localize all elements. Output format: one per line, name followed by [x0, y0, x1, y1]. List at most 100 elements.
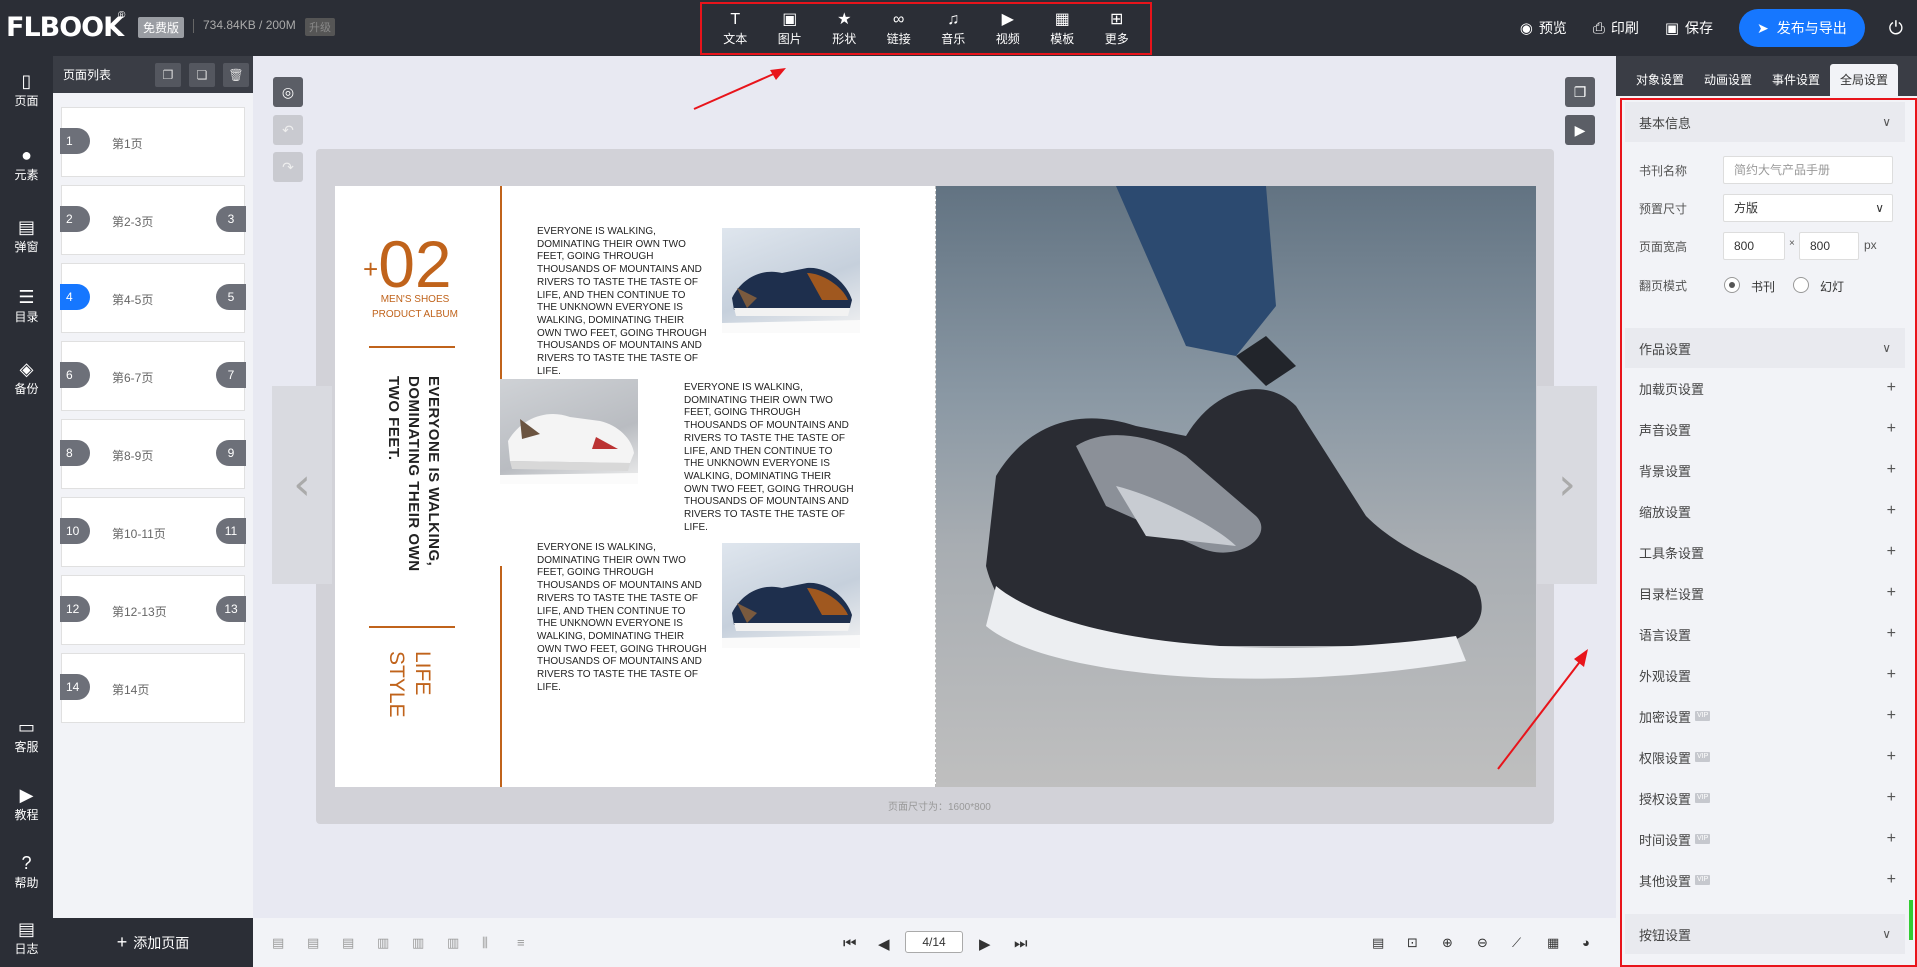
align-bottom-icon[interactable]: ▥ [447, 935, 459, 951]
publish-export-button[interactable]: ➤ 发布与导出 [1739, 9, 1865, 47]
page-thumb-10-11[interactable]: 10 第10-11页 11 [60, 497, 246, 567]
image-icon: ▣ [782, 11, 798, 28]
tool-text[interactable]: T 文本 [709, 10, 761, 47]
nav-help[interactable]: ? 帮助 [0, 852, 53, 891]
align-left-icon[interactable]: ▤ [272, 935, 284, 951]
nav-tutorial[interactable]: ▶ 教程 [0, 784, 53, 823]
power-icon[interactable]: ⏻ [1889, 18, 1903, 39]
distribute-h-icon[interactable]: ⫼ [482, 935, 488, 951]
logo-registered-mark: ® [118, 10, 126, 21]
assist-icon[interactable]: ◎ [273, 77, 303, 107]
zoom-out-icon[interactable]: ⊖ [1477, 935, 1488, 951]
shoe-image-white[interactable] [500, 379, 638, 484]
page-number-right: 7 [216, 362, 246, 388]
print-button[interactable]: ⎙ 印刷 [1593, 18, 1639, 38]
next-page-arrow-icon[interactable]: › [1537, 386, 1597, 584]
zoom-in-icon[interactable]: ⊕ [1442, 935, 1453, 951]
page-number: 8 [60, 440, 90, 466]
grid-icon[interactable]: ▦ [1547, 935, 1559, 951]
page-icon: ▯ [21, 71, 32, 91]
settings-tabs: 对象设置 动画设置 事件设置 全局设置 [1616, 56, 1917, 96]
tab-animation-settings[interactable]: 动画设置 [1694, 64, 1762, 96]
fit-page-icon[interactable]: ⊡ [1407, 935, 1418, 951]
paragraph-1: EVERYONE IS WALKING, DOMINATING THEIR OW… [537, 226, 707, 377]
page-number: 10 [60, 518, 90, 544]
nav-backup[interactable]: ◈ 备份 [0, 358, 53, 397]
divider-line [369, 346, 455, 348]
tool-link[interactable]: ∞ 链接 [873, 10, 925, 47]
scrollbar-thumb[interactable] [1909, 900, 1913, 940]
shoe-image-navy[interactable] [722, 228, 860, 333]
save-button[interactable]: ▣ 保存 [1665, 18, 1713, 38]
nav-label: 客服 [14, 740, 39, 754]
nav-support[interactable]: ▭ 客服 [0, 716, 53, 755]
page-thumb-8-9[interactable]: 8 第8-9页 9 [60, 419, 246, 489]
page-number: 2 [60, 206, 90, 232]
tool-template[interactable]: ▦ 模板 [1036, 10, 1088, 47]
page-size-label: 页面尺寸为：1600*800 [888, 802, 991, 813]
nav-popup[interactable]: ▤ 弹窗 [0, 216, 53, 255]
right-page-photo[interactable] [936, 186, 1536, 787]
page-label: 第2-3页 [112, 215, 154, 229]
page-thumb-4-5[interactable]: 4 第4-5页 5 [60, 263, 246, 333]
duplicate-page-icon[interactable]: ❏ [189, 62, 215, 87]
align-center-icon[interactable]: ▤ [307, 935, 319, 951]
nav-log[interactable]: ▤ 日志 [0, 918, 53, 957]
align-middle-icon[interactable]: ▥ [412, 935, 424, 951]
elements-icon: ● [21, 145, 32, 165]
document-icon[interactable]: ▤ [1372, 935, 1384, 951]
left-page[interactable]: +02 MEN'S SHOES PRODUCT ALBUM EVERYONE IS… [335, 186, 935, 787]
align-top-icon[interactable]: ▥ [377, 935, 389, 951]
tool-music[interactable]: ♫ 音乐 [927, 10, 979, 47]
distribute-v-icon[interactable]: ≡ [517, 935, 525, 950]
preview-button[interactable]: ◉ 预览 [1520, 18, 1567, 38]
book-spread[interactable]: +02 MEN'S SHOES PRODUCT ALBUM EVERYONE IS… [335, 186, 1536, 787]
copy-page-icon[interactable]: ❐ [155, 62, 181, 87]
life-style-text: LIFE STYLE [385, 651, 434, 718]
top-bar: FLBOOK ® 免费版 734.84KB / 200M 升级 T 文本 ▣ 图片 … [0, 0, 1917, 56]
layers-icon[interactable]: ❐ [1565, 77, 1595, 107]
page-number-input[interactable]: 4/14 [905, 931, 963, 953]
undo-icon[interactable]: ↶ [273, 115, 303, 145]
tool-video[interactable]: ▶ 视频 [982, 10, 1034, 47]
play-preview-icon[interactable]: ▶ [1565, 115, 1595, 145]
music-icon: ♫ [947, 11, 960, 28]
tool-shape[interactable]: ★ 形状 [818, 10, 870, 47]
last-page-icon[interactable]: ⏭ [1014, 935, 1028, 952]
page-thumb-14[interactable]: 14 第14页 [60, 653, 245, 723]
app-logo[interactable]: FLBOOK [6, 12, 124, 43]
prev-page-arrow-icon[interactable]: ‹ [272, 386, 332, 584]
print-icon: ⎙ [1592, 19, 1605, 37]
page-thumb-1[interactable]: 1 第1页 [60, 107, 245, 177]
upgrade-button[interactable]: 升级 [305, 18, 335, 36]
tab-object-settings[interactable]: 对象设置 [1626, 64, 1694, 96]
save-icon: ▣ [1664, 20, 1680, 37]
palette-icon[interactable]: ◕ [1582, 935, 1590, 950]
tab-global-settings[interactable]: 全局设置 [1830, 64, 1899, 96]
prev-page-icon[interactable]: ◀ [878, 935, 890, 953]
star-icon: ★ [837, 11, 852, 28]
nav-page[interactable]: ▯ 页面 [0, 70, 53, 109]
ruler-icon[interactable]: ⟋ [1512, 935, 1521, 951]
redo-icon[interactable]: ↷ [273, 152, 303, 182]
shoe-image-navy-2[interactable] [722, 543, 860, 648]
tool-label: 形状 [832, 32, 857, 46]
first-page-icon[interactable]: ⏮ [843, 935, 857, 952]
tutorial-icon: ▶ [19, 785, 34, 805]
sneaker-photo-icon [986, 186, 1482, 679]
next-page-icon[interactable]: ▶ [979, 935, 991, 953]
add-page-button[interactable]: + 添加页面 [53, 918, 253, 967]
page-thumb-6-7[interactable]: 6 第6-7页 7 [60, 341, 246, 411]
delete-page-icon[interactable]: 🗑 [223, 62, 249, 87]
page-thumb-2-3[interactable]: 2 第2-3页 3 [60, 185, 246, 255]
nav-elements[interactable]: ● 元素 [0, 144, 53, 183]
tab-event-settings[interactable]: 事件设置 [1762, 64, 1830, 96]
page-number: 6 [60, 362, 90, 388]
tool-more[interactable]: ⊞ 更多 [1091, 10, 1143, 47]
highlight-box [1620, 98, 1917, 967]
nav-catalog[interactable]: ☰ 目录 [0, 286, 53, 325]
page-thumb-12-13[interactable]: 12 第12-13页 13 [60, 575, 246, 645]
bottom-toolbar: ▤ ▤ ▤ ▥ ▥ ▥ ⫼ ≡ ⏮ ◀ 4/14 ▶ ⏭ ▤ ⊡ ⊕ ⊖ ⟋ ▦… [253, 918, 1616, 967]
align-right-icon[interactable]: ▤ [342, 935, 354, 951]
tool-image[interactable]: ▣ 图片 [764, 10, 816, 47]
